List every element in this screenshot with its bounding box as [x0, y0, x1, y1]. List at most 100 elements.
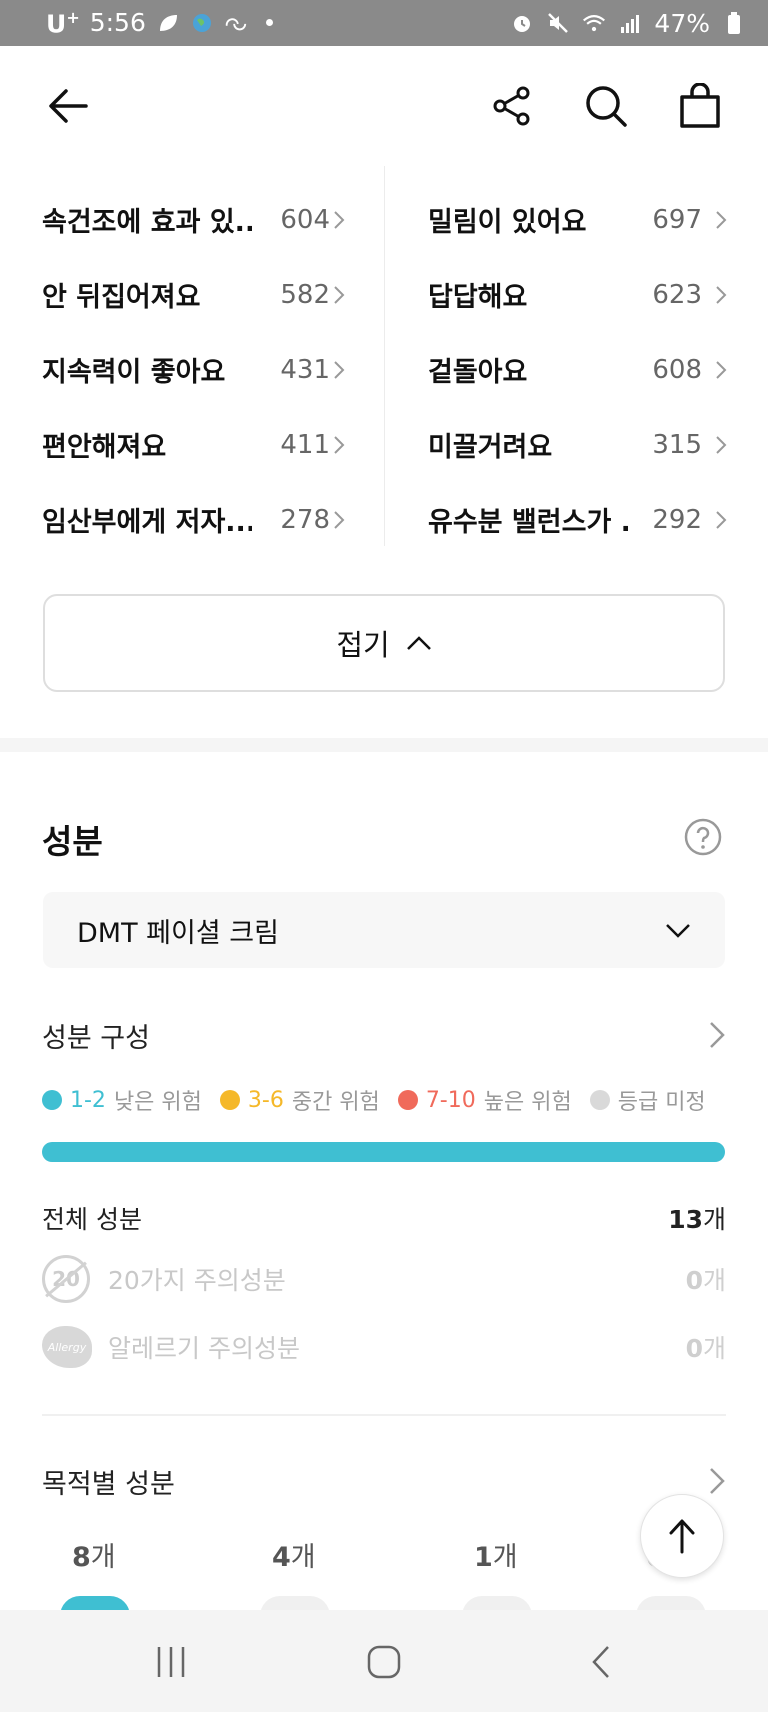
purpose-count: 8개: [72, 1542, 116, 1573]
link-icon: [224, 11, 248, 35]
recent-apps-icon: [157, 1647, 185, 1677]
legend-low: 1-2 낮은 위험: [42, 1084, 202, 1116]
product-select[interactable]: DMT 페이셜 크림: [43, 892, 725, 968]
back-arrow-icon: [49, 89, 88, 123]
back-button[interactable]: [42, 80, 94, 132]
total-label: 전체 성분: [42, 1205, 142, 1234]
keyword-label: 미끌거려요: [428, 432, 553, 463]
status-bar: U+ 5:56 47%: [0, 0, 768, 46]
keyword-label: 지속력이 좋아요: [42, 357, 226, 388]
chevron-right-icon: [716, 360, 727, 379]
risk-legend: 1-2 낮은 위험 3-6 중간 위험 7-10 높은 위험 등급 미정: [42, 1084, 732, 1116]
collapse-button[interactable]: 접기: [43, 594, 725, 692]
keyword-count: 604: [280, 204, 330, 235]
legend-high: 7-10 높은 위험: [397, 1084, 572, 1116]
risk-distribution-bar: [42, 1142, 725, 1162]
legend-label: 높은 위험: [483, 1090, 572, 1115]
selected-product: DMT 페이셜 크림: [77, 917, 279, 949]
legend-swatch: [397, 1090, 418, 1110]
signal-icon: [618, 11, 642, 35]
share-icon: [493, 86, 530, 126]
chevron-right-icon: [710, 1022, 725, 1048]
keyword-label: 답답해요: [428, 282, 528, 313]
keyword-count: 315: [652, 429, 702, 460]
keyword-count: 582: [280, 279, 330, 310]
keyword-count: 608: [652, 354, 702, 385]
allergy-badge-icon: Allergy: [42, 1326, 92, 1368]
keyword-count: 292: [652, 504, 702, 535]
allergy-row: Allergy 알레르기 주의성분 0개: [42, 1322, 726, 1372]
keyword-count: 623: [652, 279, 702, 310]
keyword-item[interactable]: 지속력이 좋아요 431: [42, 332, 362, 407]
keyword-item[interactable]: 미끌거려요 315: [428, 407, 738, 482]
back-chevron-icon: [592, 1646, 609, 1678]
purpose-ingredients-link[interactable]: 목적별 성분: [42, 1458, 726, 1504]
home-button[interactable]: [359, 1640, 409, 1684]
review-keyword-grid: 속건조에 효과 있... 604 안 뒤집어져요 582 지속력이 좋아요 43…: [0, 166, 768, 550]
keyword-item[interactable]: 유수분 밸런스가 ... 292: [428, 482, 738, 557]
section-title: 성분: [42, 822, 103, 861]
allergy-label: 알레르기 주의성분: [108, 1334, 300, 1363]
search-button[interactable]: [580, 80, 632, 132]
purpose-count: 4개: [272, 1542, 316, 1573]
caution20-count: 0개: [685, 1266, 726, 1295]
total-count: 13개: [668, 1205, 726, 1234]
collapse-label: 접기: [336, 628, 390, 662]
legend-label: 등급 미정: [617, 1090, 706, 1115]
legend-swatch: [589, 1090, 610, 1110]
caution20-row: 20 20가지 주의성분 0개: [42, 1255, 726, 1303]
battery-icon: [722, 11, 746, 35]
arrow-up-icon: [669, 1519, 695, 1554]
recent-apps-button[interactable]: [146, 1640, 196, 1684]
back-nav-button[interactable]: [576, 1640, 626, 1684]
legend-swatch: [42, 1090, 62, 1110]
section-separator: [0, 738, 768, 752]
keyword-label: 안 뒤집어져요: [42, 282, 201, 313]
share-button[interactable]: [486, 80, 538, 132]
keyword-item[interactable]: 겉돌아요 608: [428, 332, 738, 407]
keyword-item[interactable]: 안 뒤집어져요 582: [42, 257, 362, 332]
shopping-bag-button[interactable]: [674, 80, 726, 132]
keyword-item[interactable]: 편안해져요 411: [42, 407, 362, 482]
keyword-label: 유수분 밸런스가 ...: [428, 507, 628, 538]
caution20-label: 20가지 주의성분: [108, 1266, 286, 1295]
keyword-label: 밀림이 있어요: [428, 207, 587, 238]
chevron-up-icon: [406, 636, 431, 650]
legend-range: 1-2: [70, 1087, 106, 1113]
alarm-icon: [510, 11, 534, 35]
keyword-item[interactable]: 속건조에 효과 있... 604: [42, 182, 362, 257]
scroll-to-top-button[interactable]: [640, 1494, 724, 1578]
legend-range: 3-6: [247, 1087, 284, 1113]
caution20-badge-icon: 20: [42, 1255, 90, 1303]
chevron-down-icon: [666, 924, 690, 938]
column-divider: [384, 166, 385, 546]
chevron-right-icon: [716, 285, 727, 304]
purpose-label: 목적별 성분: [42, 1468, 175, 1500]
chevron-right-icon: [334, 510, 345, 529]
chevron-right-icon: [334, 285, 345, 304]
purpose-count: 1개: [474, 1542, 518, 1573]
help-icon[interactable]: [684, 818, 722, 856]
search-icon: [586, 86, 627, 127]
mute-icon: [546, 11, 570, 35]
keyword-item[interactable]: 답답해요 623: [428, 257, 738, 332]
keyword-item[interactable]: 밀림이 있어요 697: [428, 182, 738, 257]
keyword-item[interactable]: 임산부에게 저자... 278: [42, 482, 362, 557]
keyword-label: 임산부에게 저자...: [42, 507, 252, 538]
legend-label: 낮은 위험: [113, 1090, 202, 1115]
chevron-right-icon: [716, 210, 727, 229]
divider: [42, 1414, 726, 1416]
composition-link[interactable]: 성분 구성: [42, 1010, 726, 1060]
chevron-right-icon: [710, 1468, 725, 1494]
chevron-right-icon: [716, 435, 727, 454]
total-ingredients-row: 전체 성분 13개: [42, 1198, 726, 1238]
status-time: 5:56: [89, 8, 146, 38]
battery-percent: 47%: [654, 8, 710, 38]
notification-dot-icon: [265, 19, 273, 27]
keyword-count: 411: [280, 429, 330, 460]
wifi-icon: [582, 11, 606, 35]
legend-label: 중간 위험: [291, 1090, 380, 1115]
keyword-label: 속건조에 효과 있...: [42, 207, 252, 238]
keyword-label: 편안해져요: [42, 432, 167, 463]
system-nav-bar: [0, 1610, 768, 1712]
